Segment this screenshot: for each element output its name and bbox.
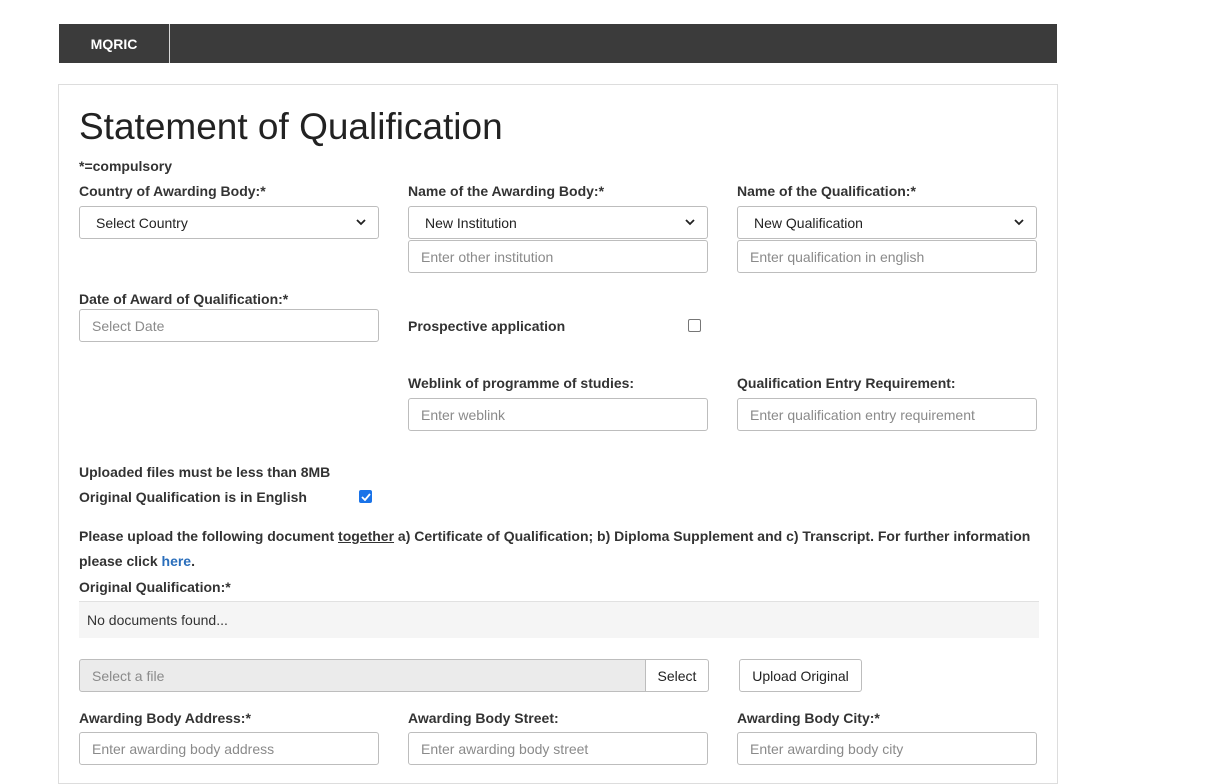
awarding-body-select[interactable]: New Institution — [408, 206, 708, 239]
check-icon — [360, 492, 371, 501]
prospective-label: Prospective application — [408, 318, 566, 334]
file-path-input[interactable]: Select a file — [79, 659, 646, 692]
chevron-down-icon — [356, 219, 368, 226]
qualification-english-input[interactable]: Enter qualification in english — [737, 240, 1037, 273]
city-placeholder: Enter awarding body city — [750, 740, 904, 757]
upload-info-underlined: together — [338, 528, 395, 544]
english-label: Original Qualification is in English — [79, 489, 307, 505]
weblink-input[interactable]: Enter weblink — [408, 398, 708, 431]
other-institution-placeholder: Enter other institution — [421, 248, 554, 265]
qualification-select-value: New Qualification — [754, 214, 863, 231]
entry-requirement-label: Qualification Entry Requirement: — [737, 375, 956, 391]
date-placeholder: Select Date — [92, 317, 165, 334]
address-label: Awarding Body Address:* — [79, 710, 251, 726]
english-checkbox[interactable] — [359, 490, 372, 503]
chevron-down-icon — [1014, 219, 1026, 226]
weblink-label: Weblink of programme of studies: — [408, 375, 635, 391]
more-info-link[interactable]: here — [162, 553, 192, 569]
qualification-select[interactable]: New Qualification — [737, 206, 1037, 239]
original-qualification-label: Original Qualification:* — [79, 579, 231, 595]
chevron-down-icon — [685, 219, 697, 226]
top-navbar: MQRIC — [59, 24, 1057, 63]
upload-info-pre: Please upload the following document — [79, 528, 339, 544]
awarding-body-label: Name of the Awarding Body:* — [408, 183, 605, 199]
street-label: Awarding Body Street: — [408, 710, 559, 726]
street-input[interactable]: Enter awarding body street — [408, 732, 708, 765]
weblink-placeholder: Enter weblink — [421, 406, 506, 423]
awarding-body-select-value: New Institution — [425, 214, 517, 231]
country-label: Country of Awarding Body:* — [79, 183, 266, 199]
qualification-form-panel: Statement of Qualification *=compulsory … — [58, 84, 1058, 784]
upload-original-button[interactable]: Upload Original — [739, 659, 862, 692]
compulsory-note: *=compulsory — [79, 158, 172, 174]
country-select-value: Select Country — [96, 214, 188, 231]
upload-size-note: Uploaded files must be less than 8MB — [79, 464, 331, 480]
qualification-english-placeholder: Enter qualification in english — [750, 248, 925, 265]
entry-requirement-placeholder: Enter qualification entry requirement — [750, 406, 975, 423]
city-label: Awarding Body City:* — [737, 710, 880, 726]
brand-link[interactable]: MQRIC — [59, 24, 170, 63]
address-input[interactable]: Enter awarding body address — [79, 732, 379, 765]
documents-list: No documents found... — [79, 601, 1039, 638]
page-title: Statement of Qualification — [79, 106, 503, 147]
country-select[interactable]: Select Country — [79, 206, 379, 239]
file-placeholder: Select a file — [92, 667, 165, 684]
upload-info-end: . — [191, 553, 195, 569]
date-label: Date of Award of Qualification:* — [79, 291, 289, 307]
no-documents-text: No documents found... — [87, 612, 228, 628]
entry-requirement-input[interactable]: Enter qualification entry requirement — [737, 398, 1037, 431]
street-placeholder: Enter awarding body street — [421, 740, 589, 757]
address-placeholder: Enter awarding body address — [92, 740, 275, 757]
select-file-button[interactable]: Select — [645, 659, 709, 692]
upload-instructions: Please upload the following document tog… — [79, 524, 1039, 574]
prospective-checkbox[interactable] — [688, 319, 701, 332]
qualification-label: Name of the Qualification:* — [737, 183, 916, 199]
city-input[interactable]: Enter awarding body city — [737, 732, 1037, 765]
date-input[interactable]: Select Date — [79, 309, 379, 342]
other-institution-input[interactable]: Enter other institution — [408, 240, 708, 273]
